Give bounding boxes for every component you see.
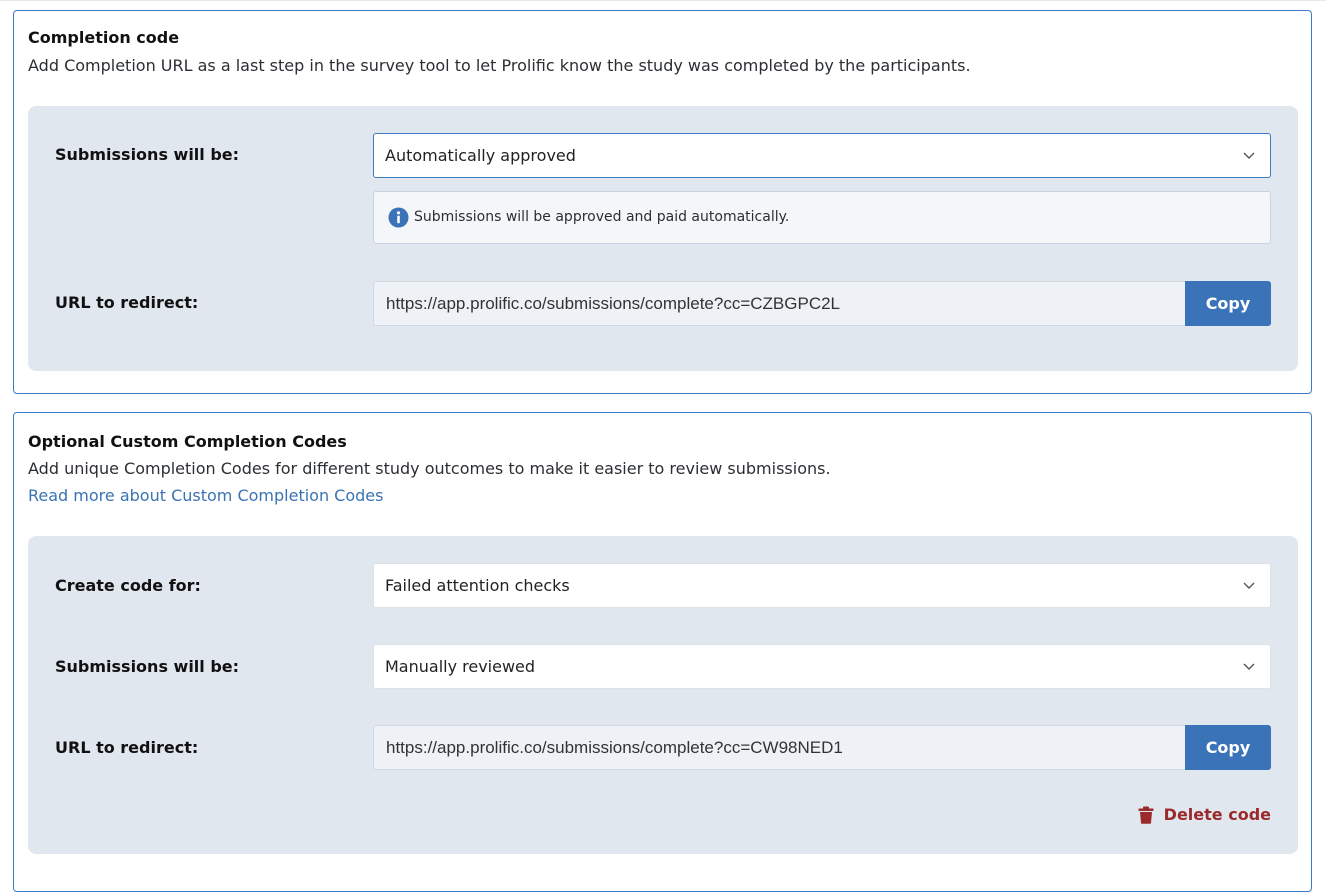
copy-button[interactable]: Copy (1185, 281, 1271, 326)
url-input[interactable] (373, 281, 1186, 326)
card-title: Optional Custom Completion Codes (28, 432, 347, 451)
url-label: URL to redirect: (55, 293, 199, 312)
create-code-select[interactable]: Failed attention checks (373, 563, 1271, 608)
top-divider (0, 0, 1326, 3)
url-input[interactable] (373, 725, 1186, 770)
custom-code-panel: Create code for: Failed attention checks… (28, 536, 1298, 854)
submissions-select[interactable]: Automatically approved (373, 133, 1271, 178)
chevron-down-icon (1243, 582, 1255, 589)
card-title: Completion code (28, 28, 180, 47)
delete-code-button[interactable]: Delete code (1138, 805, 1271, 824)
completion-code-panel: Submissions will be: Automatically appro… (28, 106, 1298, 371)
trash-icon (1138, 806, 1154, 824)
url-group: Copy (373, 725, 1271, 770)
card-description: Add unique Completion Codes for differen… (28, 459, 831, 478)
chevron-down-icon (1243, 663, 1255, 670)
copy-button[interactable]: Copy (1185, 725, 1271, 770)
card-description: Add Completion URL as a last step in the… (28, 56, 971, 75)
info-message: Submissions will be approved and paid au… (373, 191, 1271, 244)
completion-code-card: Completion code Add Completion URL as a … (13, 10, 1312, 394)
submissions-select-value: Manually reviewed (385, 657, 536, 676)
submissions-label: Submissions will be: (55, 657, 240, 676)
delete-code-label: Delete code (1163, 805, 1271, 824)
url-group: Copy (373, 281, 1271, 326)
submissions-select-value: Automatically approved (385, 146, 576, 165)
chevron-down-icon (1243, 152, 1255, 159)
info-text: Submissions will be approved and paid au… (414, 209, 790, 225)
submissions-label: Submissions will be: (55, 145, 240, 164)
read-more-link[interactable]: Read more about Custom Completion Codes (28, 486, 383, 505)
submissions-select[interactable]: Manually reviewed (373, 644, 1271, 689)
create-code-label: Create code for: (55, 576, 201, 595)
create-code-select-value: Failed attention checks (385, 576, 570, 595)
url-label: URL to redirect: (55, 738, 199, 757)
custom-codes-card: Optional Custom Completion Codes Add uni… (13, 412, 1312, 892)
info-circle-icon (388, 207, 409, 228)
